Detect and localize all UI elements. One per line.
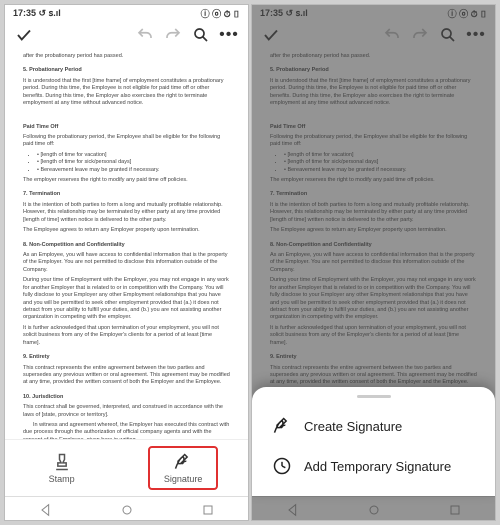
nav-recent-icon[interactable] xyxy=(447,502,463,516)
redo-icon[interactable] xyxy=(411,26,429,44)
android-nav-bar xyxy=(5,496,248,520)
nav-recent-icon[interactable] xyxy=(200,502,216,516)
confirm-icon[interactable] xyxy=(15,26,33,44)
sheet-handle[interactable] xyxy=(357,395,391,398)
toolbar: ••• xyxy=(252,22,495,50)
android-nav-bar xyxy=(252,496,495,520)
add-temporary-signature-row[interactable]: Add Temporary Signature xyxy=(252,446,495,486)
redo-icon[interactable] xyxy=(164,26,182,44)
nav-back-icon[interactable] xyxy=(38,502,54,516)
phone-right: 17:35 ↺ ꜱ.ıl ⓘ ⓞ ⏱ ▯ ••• after the proba… xyxy=(251,4,496,521)
status-bar: 17:35 ↺ ꜱ.ıl ⓘ ⓞ ⏱ ▯ xyxy=(5,5,248,22)
search-icon[interactable] xyxy=(439,26,457,44)
signature-bottom-sheet: Create Signature Add Temporary Signature xyxy=(252,387,495,496)
more-icon[interactable]: ••• xyxy=(467,26,485,44)
signature-button[interactable]: Signature xyxy=(148,446,219,490)
tool-bottom-bar: Stamp Signature xyxy=(5,439,248,496)
document-page: after the probationary period has passed… xyxy=(5,50,248,439)
create-signature-row[interactable]: Create Signature xyxy=(252,406,495,446)
more-icon[interactable]: ••• xyxy=(220,26,238,44)
undo-icon[interactable] xyxy=(136,26,154,44)
phone-left: 17:35 ↺ ꜱ.ıl ⓘ ⓞ ⏱ ▯ ••• after the proba… xyxy=(4,4,249,521)
search-icon[interactable] xyxy=(192,26,210,44)
confirm-icon[interactable] xyxy=(262,26,280,44)
status-bar: 17:35 ↺ ꜱ.ıl ⓘ ⓞ ⏱ ▯ xyxy=(252,5,495,22)
stamp-button[interactable]: Stamp xyxy=(35,448,89,488)
nav-home-icon[interactable] xyxy=(366,502,382,516)
nav-home-icon[interactable] xyxy=(119,502,135,516)
nav-back-icon[interactable] xyxy=(285,502,301,516)
toolbar: ••• xyxy=(5,22,248,50)
undo-icon[interactable] xyxy=(383,26,401,44)
